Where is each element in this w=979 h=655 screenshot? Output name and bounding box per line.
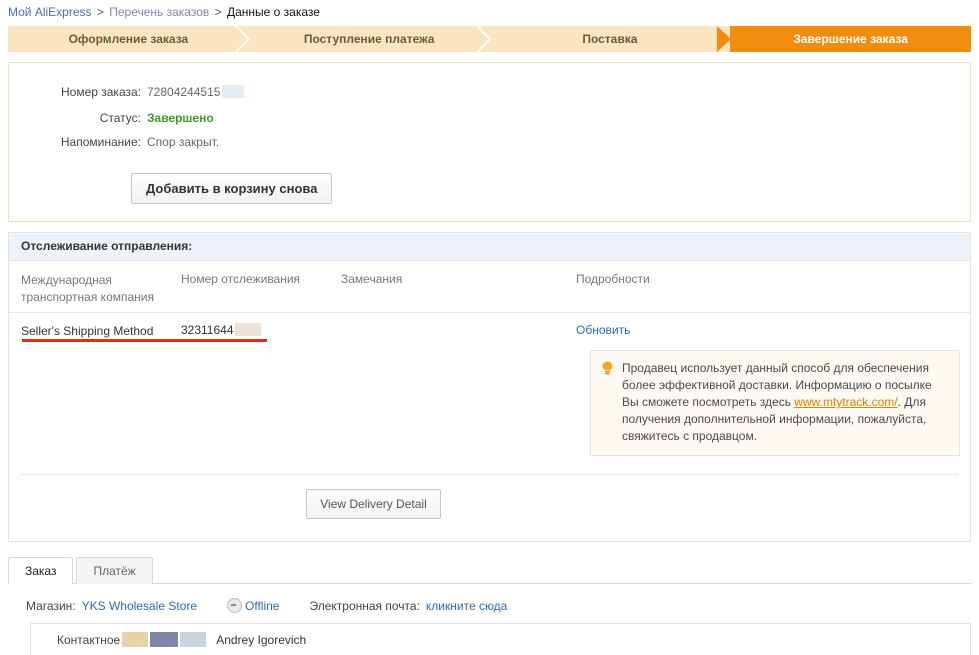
breadcrumb-link-orders[interactable]: Перечень заказов	[109, 5, 209, 19]
view-delivery-detail-button[interactable]: View Delivery Detail	[306, 489, 441, 519]
add-to-cart-again-button[interactable]: Добавить в корзину снова	[131, 173, 333, 204]
breadcrumb-link-home[interactable]: Мой AliExpress	[8, 5, 92, 19]
store-info-row: Магазин: YKS Wholesale Store Offline Эле…	[8, 598, 971, 613]
order-summary-panel: Номер заказа: 72804244515 Статус: Заверш…	[8, 62, 971, 222]
contact-label: Контактное	[57, 632, 121, 647]
order-reminder-row: Напоминание: Спор закрыт.	[9, 135, 970, 159]
store-label: Магазин:	[26, 598, 76, 613]
progress-step-placing-order: Оформление заказа	[8, 26, 250, 52]
progress-step-payment-received: Поступление платежа	[248, 26, 491, 52]
progress-step-label: Завершение заказа	[793, 32, 908, 46]
order-progress-steps: Оформление заказа Поступление платежа По…	[8, 26, 971, 52]
step-active-arrow-icon	[717, 26, 732, 52]
breadcrumb-current: Данные о заказе	[226, 5, 320, 19]
order-number-value: 72804244515	[147, 85, 245, 99]
tracking-panel-title: Отслеживание отправления:	[9, 233, 970, 261]
order-status-label: Статус:	[99, 111, 141, 125]
add-to-cart-row: Добавить в корзину снова	[9, 173, 970, 204]
contact-info-row: Контактное Andrey Igorevich	[30, 623, 971, 655]
breadcrumb: Мой AliExpress > Перечень заказов > Данн…	[0, 0, 979, 20]
store-name-link[interactable]: YKS Wholesale Store	[82, 599, 197, 613]
step-arrow-icon	[235, 26, 250, 52]
order-number-row: Номер заказа: 72804244515	[9, 63, 970, 111]
tracking-details-cell: Обновить	[576, 323, 776, 340]
contact-redaction-2	[150, 632, 179, 647]
order-status-value: Завершено	[147, 111, 214, 125]
order-detail-tabs: Заказ Платёж	[8, 554, 971, 584]
tracking-column-carrier: Международная транспортная компания	[21, 273, 154, 304]
store-email-link[interactable]: кликните сюда	[426, 599, 507, 613]
mtytrack-link[interactable]: www.mtytrack.com/	[794, 395, 897, 409]
update-tracking-link[interactable]: Обновить	[576, 323, 630, 337]
breadcrumb-separator-2: >	[214, 5, 222, 19]
shipping-method-tip-text: Продавец использует данный способ для об…	[622, 360, 949, 445]
contact-redaction-1	[122, 632, 149, 647]
step-arrow-icon	[476, 26, 491, 52]
delivery-detail-row: View Delivery Detail	[9, 475, 970, 541]
offline-status-label: Offline	[245, 598, 280, 613]
store-email-label: Электронная почта:	[309, 598, 420, 613]
breadcrumb-separator-1: >	[96, 5, 104, 19]
progress-step-label: Поступление платежа	[303, 32, 435, 46]
tracking-column-details: Подробности	[576, 272, 650, 286]
tab-order[interactable]: Заказ	[8, 557, 74, 584]
lightbulb-icon	[601, 361, 614, 445]
tracking-column-number: Номер отслеживания	[181, 272, 301, 286]
progress-step-label: Поставка	[582, 32, 638, 46]
tracking-carrier-value: Seller's Shipping Method	[21, 324, 154, 338]
tracking-table-header: Международная транспортная компания Номе…	[9, 261, 970, 313]
tab-payment[interactable]: Платёж	[76, 557, 153, 584]
tracking-column-notes: Замечания	[341, 272, 403, 286]
contact-redaction-3	[180, 632, 207, 647]
order-reminder-label: Напоминание:	[60, 135, 141, 149]
tracking-notes-value	[341, 323, 576, 340]
tracking-table-row: Seller's Shipping Method 32311644 Обнови…	[9, 313, 970, 346]
tracking-number-redaction	[234, 323, 261, 336]
tracking-number-value: 32311644	[181, 323, 341, 340]
order-number-label: Номер заказа:	[60, 85, 141, 99]
tracking-tip-row: Продавец использует данный способ для об…	[9, 346, 970, 456]
tracking-number-text: 32311644	[181, 323, 234, 337]
store-offline-status[interactable]: Offline	[227, 598, 279, 613]
shipping-method-tip-box: Продавец использует данный способ для об…	[590, 350, 960, 456]
progress-step-delivery: Поставка	[489, 26, 731, 52]
progress-step-label: Оформление заказа	[68, 32, 189, 46]
order-number-redaction	[222, 85, 245, 98]
order-status-row: Статус: Завершено	[9, 111, 970, 135]
contact-name-value: Andrey Igorevich	[216, 632, 307, 647]
shipment-tracking-panel: Отслеживание отправления: Международная …	[8, 232, 971, 542]
order-reminder-value: Спор закрыт.	[147, 135, 220, 149]
offline-status-icon	[227, 598, 243, 613]
order-number-text: 72804244515	[147, 85, 221, 99]
red-highlight-underline	[22, 339, 267, 342]
progress-step-order-complete: Завершение заказа	[717, 26, 971, 52]
